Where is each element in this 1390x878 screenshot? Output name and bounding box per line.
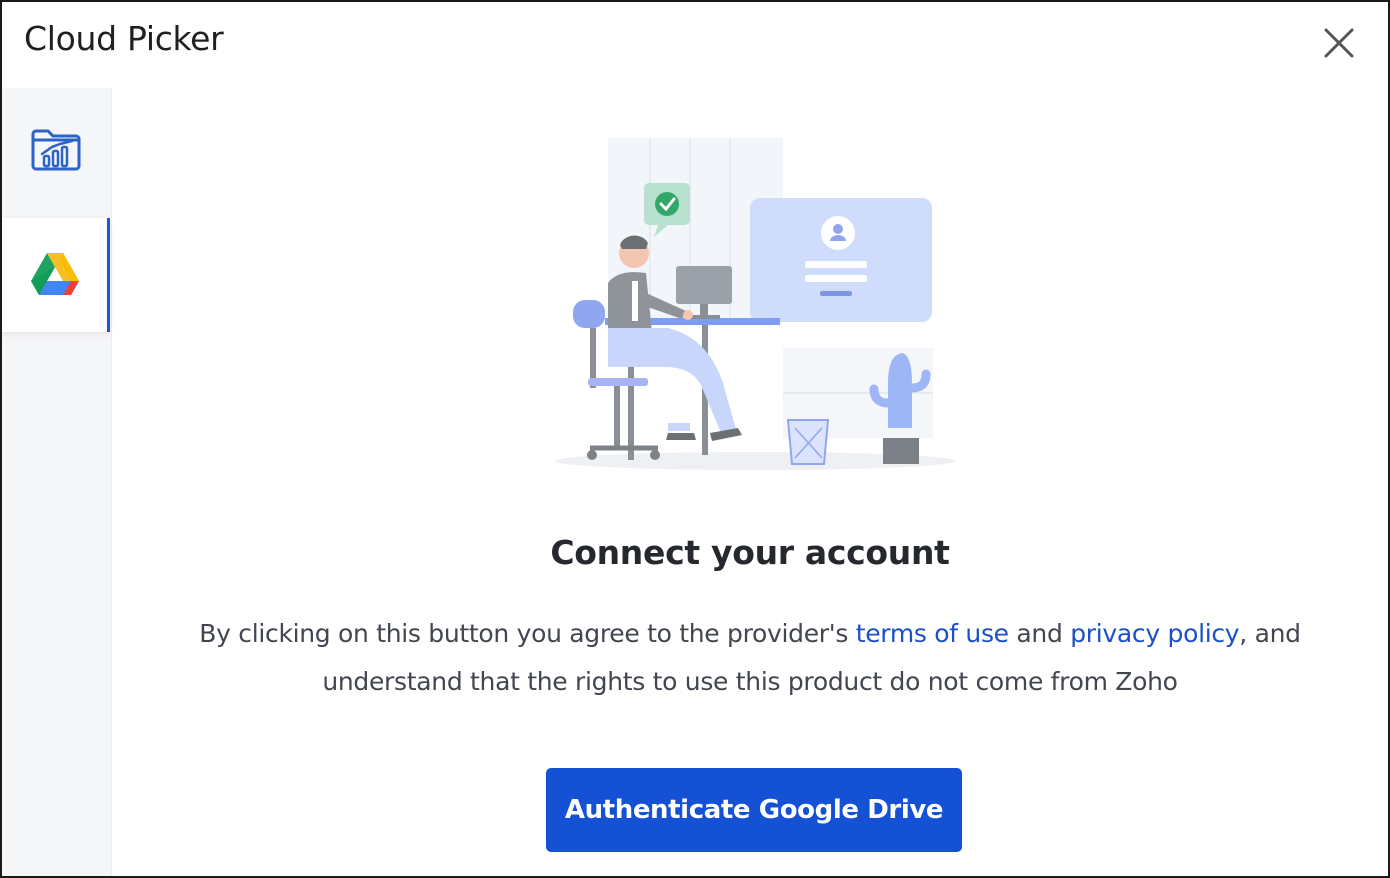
close-icon[interactable] — [1320, 24, 1358, 62]
sidebar-item-zoho-workdrive[interactable] — [2, 88, 110, 216]
desc-text-line2: understand that the rights to use this p… — [322, 667, 1178, 696]
google-drive-icon — [30, 251, 79, 300]
desc-text-1: By clicking on this button you agree to … — [199, 619, 856, 648]
folder-chart-icon — [30, 128, 82, 177]
terms-of-use-link[interactable]: terms of use — [856, 619, 1009, 648]
dialog-header: Cloud Picker — [2, 2, 1388, 88]
authenticate-google-drive-button[interactable]: Authenticate Google Drive — [546, 768, 962, 852]
dialog-title: Cloud Picker — [24, 19, 224, 58]
sidebar — [2, 88, 112, 876]
sidebar-item-google-drive[interactable] — [2, 218, 110, 332]
desc-text-2: and — [1008, 619, 1071, 648]
privacy-policy-link[interactable]: privacy policy — [1070, 619, 1239, 648]
person-at-desk-login-illustration — [550, 133, 960, 478]
desc-text-3: , and — [1239, 619, 1301, 648]
main-content: Connect your account By clicking on this… — [112, 88, 1388, 876]
consent-description: By clicking on this button you agree to … — [152, 610, 1348, 706]
page-heading: Connect your account — [550, 533, 950, 572]
cloud-picker-dialog: Cloud Picker Connect your account By cli… — [0, 0, 1390, 878]
